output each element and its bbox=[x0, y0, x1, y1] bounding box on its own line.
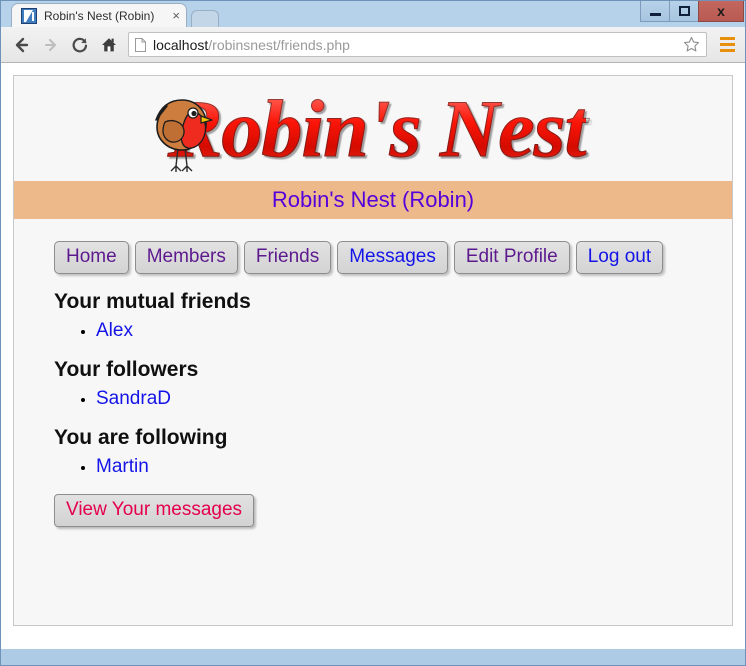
star-icon[interactable] bbox=[683, 36, 700, 53]
section-heading-followers: Your followers bbox=[54, 357, 199, 381]
menu-bar-2 bbox=[719, 43, 735, 46]
browser-window: Robin's Nest (Robin) × x localhost/robin… bbox=[0, 0, 746, 666]
tab-title: Robin's Nest (Robin) bbox=[44, 8, 155, 23]
nav-button-home[interactable]: Home bbox=[54, 241, 129, 274]
page-viewport: Robin's Nest Robin's Nest (Robin) Home M… bbox=[1, 63, 745, 649]
url-path: /robinsnest/friends.php bbox=[208, 36, 350, 53]
section-heading-mutual-friends: Your mutual friends bbox=[54, 289, 251, 313]
person-link-sandrad[interactable]: SandraD bbox=[96, 388, 171, 409]
page-content: Home Members Friends Messages Edit Profi… bbox=[14, 219, 732, 527]
list-item: SandraD bbox=[96, 388, 732, 410]
url-host: localhost bbox=[153, 36, 209, 53]
browser-tab[interactable]: Robin's Nest (Robin) × bbox=[11, 3, 187, 27]
maximize-icon bbox=[678, 6, 690, 16]
home-button[interactable] bbox=[94, 30, 123, 59]
menu-bar-3 bbox=[719, 49, 735, 52]
navigation-bar: Home Members Friends Messages Edit Profi… bbox=[54, 241, 732, 274]
nav-button-friends[interactable]: Friends bbox=[243, 241, 332, 274]
menu-bar-1 bbox=[719, 37, 735, 40]
new-tab-button[interactable] bbox=[191, 10, 219, 27]
site-logo: Robin's Nest bbox=[14, 76, 732, 181]
forward-button bbox=[36, 30, 65, 59]
list-item: Martin bbox=[96, 456, 732, 478]
window-controls: x bbox=[640, 1, 744, 23]
tab-close-icon[interactable]: × bbox=[172, 9, 180, 22]
list-mutual-friends: Alex bbox=[54, 320, 732, 342]
section-heading-following: You are following bbox=[54, 425, 228, 449]
person-link-alex[interactable]: Alex bbox=[96, 320, 133, 341]
nav-button-log-out[interactable]: Log out bbox=[575, 241, 664, 274]
list-following: Martin bbox=[54, 456, 732, 478]
url-text: localhost/robinsnest/friends.php bbox=[153, 37, 679, 53]
back-button[interactable] bbox=[7, 30, 36, 59]
list-followers: SandraD bbox=[54, 388, 732, 410]
view-your-messages-button[interactable]: View Your messages bbox=[54, 493, 255, 527]
robin-bird-icon bbox=[151, 94, 213, 172]
person-link-martin[interactable]: Martin bbox=[96, 456, 149, 477]
close-button[interactable]: x bbox=[698, 1, 744, 22]
minimize-button[interactable] bbox=[640, 1, 670, 22]
reload-button[interactable] bbox=[65, 30, 94, 59]
page-title-banner: Robin's Nest (Robin) bbox=[14, 181, 732, 219]
list-item: Alex bbox=[96, 320, 732, 342]
browser-toolbar: localhost/robinsnest/friends.php bbox=[1, 27, 745, 63]
page-document-icon bbox=[135, 37, 146, 52]
hamburger-menu-button[interactable] bbox=[715, 33, 739, 57]
page-container: Robin's Nest Robin's Nest (Robin) Home M… bbox=[13, 75, 733, 626]
nav-button-edit-profile[interactable]: Edit Profile bbox=[453, 241, 570, 274]
close-icon: x bbox=[717, 3, 725, 19]
favicon-icon bbox=[21, 7, 37, 24]
address-bar[interactable]: localhost/robinsnest/friends.php bbox=[128, 32, 707, 57]
title-bar: Robin's Nest (Robin) × x bbox=[1, 1, 745, 27]
maximize-button[interactable] bbox=[669, 1, 699, 22]
page-title: Robin's Nest (Robin) bbox=[271, 187, 475, 212]
tab-strip: Robin's Nest (Robin) × bbox=[11, 3, 219, 27]
nav-button-messages[interactable]: Messages bbox=[337, 241, 448, 274]
logo-text: Robin's Nest bbox=[160, 87, 588, 170]
nav-button-members[interactable]: Members bbox=[134, 241, 238, 274]
minimize-icon bbox=[649, 12, 661, 16]
